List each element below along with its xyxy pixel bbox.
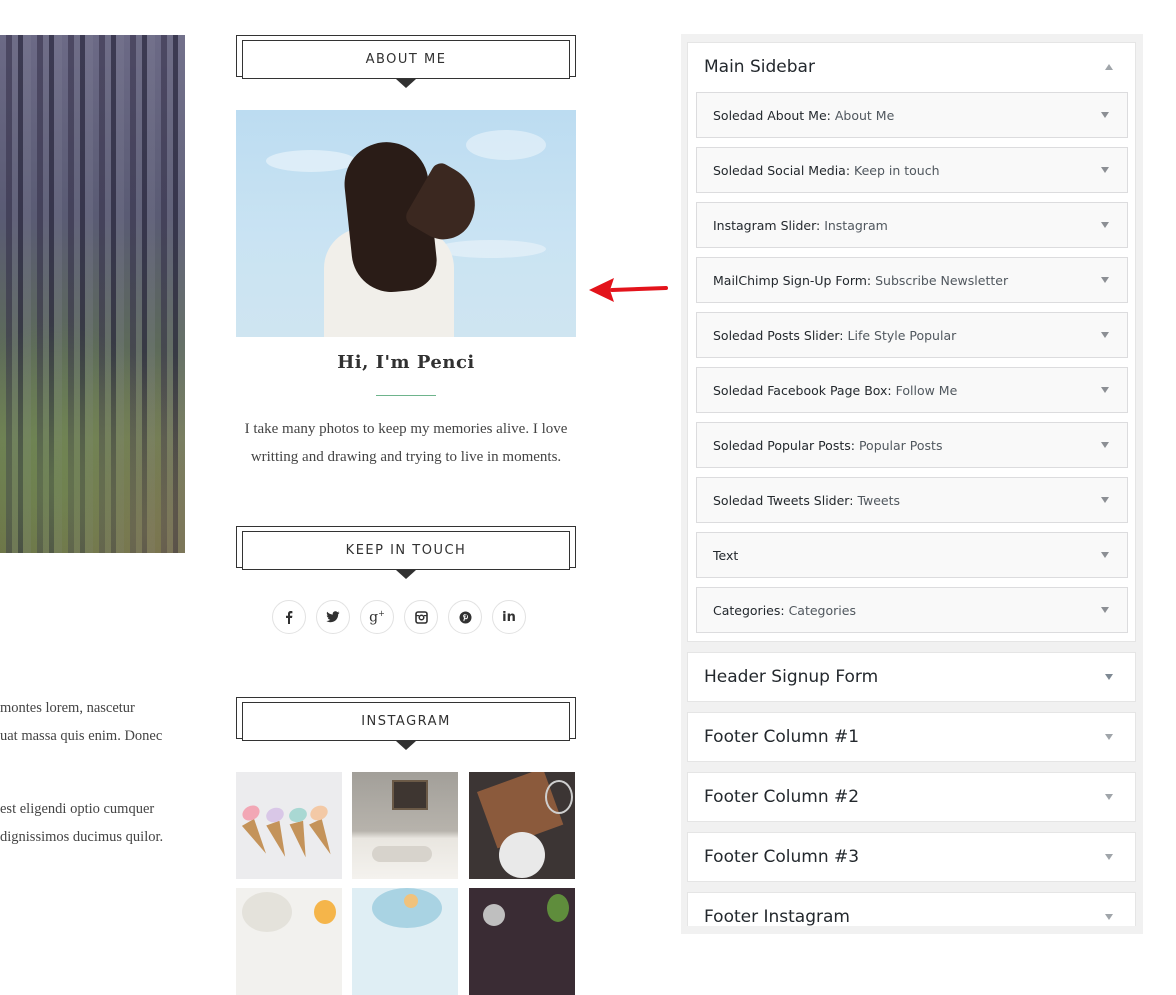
keep-in-touch-title-text: KEEP IN TOUCH (242, 531, 570, 570)
widget-title: Instagram (824, 217, 888, 233)
widget-area-footer-column-3[interactable]: Footer Column #3 (687, 832, 1136, 882)
widget-title: Categories (788, 602, 856, 618)
expand-arrow-icon[interactable] (1105, 734, 1113, 740)
instagram-photo[interactable] (469, 772, 575, 879)
widget-instagram-slider[interactable]: Instagram Slider: Instagram (696, 202, 1128, 248)
widget-title: About Me (834, 107, 895, 123)
expand-arrow-icon[interactable] (1101, 112, 1109, 118)
expand-arrow-icon[interactable] (1105, 794, 1113, 800)
widget-title: Keep in touch (854, 162, 940, 178)
widget-type: Instagram Slider: (713, 217, 821, 233)
widget-area-title: Footer Column #2 (704, 787, 860, 807)
about-me-photo (236, 110, 576, 337)
expand-arrow-icon[interactable] (1101, 442, 1109, 448)
widget-text[interactable]: Text (696, 532, 1128, 578)
collapse-arrow-icon[interactable] (1105, 64, 1113, 70)
about-me-divider (376, 395, 436, 396)
widget-type: Soledad Posts Slider: (713, 327, 844, 343)
google-plus-icon[interactable]: g+ (360, 600, 394, 634)
main-sidebar-area: Main Sidebar Soledad About Me: About Me … (687, 42, 1136, 642)
expand-arrow-icon[interactable] (1101, 332, 1109, 338)
instagram-photo[interactable] (469, 888, 575, 995)
pinterest-icon[interactable] (448, 600, 482, 634)
expand-arrow-icon[interactable] (1101, 497, 1109, 503)
widget-area-title: Footer Instagram (704, 907, 850, 927)
expand-arrow-icon[interactable] (1101, 277, 1109, 283)
widget-area-title: Footer Column #1 (704, 727, 860, 747)
instagram-photo[interactable] (236, 772, 342, 879)
widget-mailchimp[interactable]: MailChimp Sign-Up Form: Subscribe Newsle… (696, 257, 1128, 303)
expand-arrow-icon[interactable] (1101, 387, 1109, 393)
main-sidebar-title: Main Sidebar (704, 57, 815, 77)
keep-in-touch-widget-title: KEEP IN TOUCH (236, 526, 576, 579)
widget-title: Subscribe Newsletter (875, 272, 1009, 288)
title-notch (396, 79, 416, 88)
social-icons-row: g+ in (272, 600, 542, 636)
widget-title: Life Style Popular (847, 327, 957, 343)
instagram-photo[interactable] (352, 772, 458, 879)
instagram-photo[interactable] (352, 888, 458, 995)
widget-type: Soledad Tweets Slider: (713, 492, 854, 508)
widget-area-footer-column-1[interactable]: Footer Column #1 (687, 712, 1136, 762)
widget-type: Soledad Popular Posts: (713, 437, 855, 453)
post-featured-image (0, 35, 185, 553)
arrow-left-icon (589, 278, 668, 302)
instagram-icon[interactable] (404, 600, 438, 634)
linkedin-icon[interactable]: in (492, 600, 526, 634)
widget-about-me[interactable]: Soledad About Me: About Me (696, 92, 1128, 138)
widget-area-title: Footer Column #3 (704, 847, 860, 867)
expand-arrow-icon[interactable] (1101, 552, 1109, 558)
post-text-line: est eligendi optio cumquer (0, 801, 155, 817)
expand-arrow-icon[interactable] (1101, 167, 1109, 173)
about-me-text-line: I take many photos to keep my memories a… (244, 421, 568, 437)
widget-area-header-signup[interactable]: Header Signup Form (687, 652, 1136, 702)
widget-type: MailChimp Sign-Up Form: (713, 272, 872, 288)
expand-arrow-icon[interactable] (1105, 674, 1113, 680)
instagram-photo[interactable] (236, 888, 342, 995)
about-me-name: Hi, I'm Penci (337, 352, 475, 373)
post-text-line: uat massa quis enim. Donec (0, 728, 163, 744)
expand-arrow-icon[interactable] (1101, 222, 1109, 228)
widget-title: Popular Posts (858, 437, 943, 453)
instagram-widget-title: INSTAGRAM (236, 697, 576, 750)
widget-type: Soledad Social Media: (713, 162, 851, 178)
expand-arrow-icon[interactable] (1101, 607, 1109, 613)
widget-categories[interactable]: Categories: Categories (696, 587, 1128, 633)
widget-tweets-slider[interactable]: Soledad Tweets Slider: Tweets (696, 477, 1128, 523)
about-me-title-text: ABOUT ME (242, 40, 570, 79)
expand-arrow-icon[interactable] (1105, 914, 1113, 920)
widget-area-title: Header Signup Form (704, 667, 879, 687)
widget-popular-posts[interactable]: Soledad Popular Posts: Popular Posts (696, 422, 1128, 468)
about-me-text: I take many photos to keep my memories a… (236, 415, 576, 471)
instagram-title-text: INSTAGRAM (242, 702, 570, 741)
widget-area-footer-instagram[interactable]: Footer Instagram (687, 892, 1136, 927)
widget-type: Soledad Facebook Page Box: (713, 382, 892, 398)
expand-arrow-icon[interactable] (1105, 854, 1113, 860)
widget-social-media[interactable]: Soledad Social Media: Keep in touch (696, 147, 1128, 193)
about-me-widget-title: ABOUT ME (236, 35, 576, 88)
widget-title: Tweets (857, 492, 901, 508)
title-notch (396, 570, 416, 579)
title-notch (396, 741, 416, 750)
widget-title: Follow Me (895, 382, 958, 398)
post-text-line: montes lorem, nascetur (0, 700, 135, 716)
twitter-icon[interactable] (316, 600, 350, 634)
widget-type: Categories: (713, 602, 785, 618)
widget-posts-slider[interactable]: Soledad Posts Slider: Life Style Popular (696, 312, 1128, 358)
facebook-icon[interactable] (272, 600, 306, 634)
widget-area-footer-column-2[interactable]: Footer Column #2 (687, 772, 1136, 822)
widget-type: Text (713, 547, 739, 563)
main-sidebar-header[interactable]: Main Sidebar (688, 43, 1135, 91)
about-me-text-line: writting and drawing and trying to live … (250, 449, 562, 465)
widget-facebook-page-box[interactable]: Soledad Facebook Page Box: Follow Me (696, 367, 1128, 413)
post-text-line: dignissimos ducimus quilor. (0, 829, 164, 845)
widget-type: Soledad About Me: (713, 107, 831, 123)
